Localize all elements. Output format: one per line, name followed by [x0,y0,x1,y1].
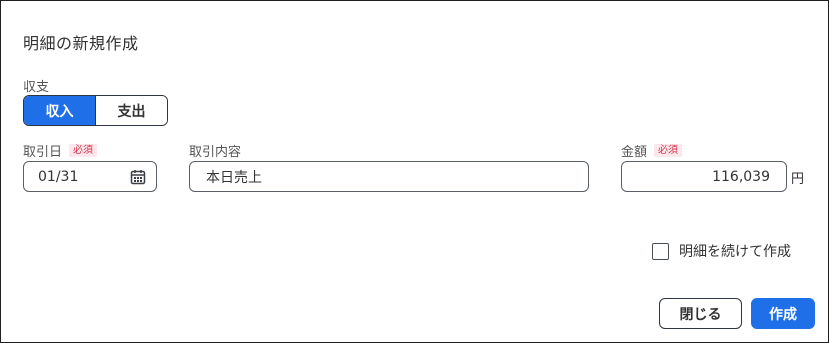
dialog-title: 明細の新規作成 [23,34,139,53]
amount-unit: 円 [791,172,805,187]
date-label-text: 取引日 [23,145,63,160]
description-label: 取引内容 [189,141,241,160]
date-value: 01/31 [38,168,79,185]
amount-label: 金額 必須 [621,141,683,160]
amount-input[interactable]: 116,039 [621,161,787,192]
type-toggle: 収入 支出 [23,95,168,126]
date-label: 取引日 必須 [23,141,98,160]
continue-create-checkbox[interactable] [652,242,669,260]
description-value: 本日売上 [206,169,262,186]
close-button[interactable]: 閉じる [659,298,742,329]
amount-required-badge: 必須 [654,144,683,157]
description-input[interactable]: 本日売上 [189,161,589,192]
calendar-icon[interactable] [130,169,146,185]
description-label-text: 取引内容 [189,145,242,160]
date-field[interactable]: 01/31 [23,161,157,192]
type-label: 収支 [23,76,49,95]
amount-value: 116,039 [712,168,770,185]
new-entry-dialog: 明細の新規作成 収支 収入 支出 取引日 必須 01/31 取引内容 本日売上 [0,0,829,343]
expense-toggle-button[interactable]: 支出 [95,96,167,125]
type-label-text: 収支 [23,80,50,95]
continue-create-label[interactable]: 明細を続けて作成 [679,241,791,261]
amount-label-text: 金額 [621,145,648,160]
create-button[interactable]: 作成 [751,298,815,329]
date-required-badge: 必須 [69,144,98,157]
continue-create-checkbox-row[interactable]: 明細を続けて作成 [652,241,791,261]
income-toggle-button[interactable]: 収入 [24,96,95,125]
